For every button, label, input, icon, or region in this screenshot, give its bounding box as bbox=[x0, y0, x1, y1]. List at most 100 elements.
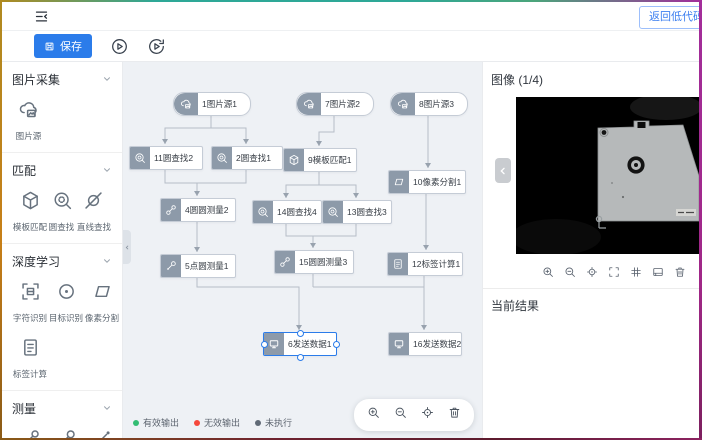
node-label: 1图片源1 bbox=[198, 93, 241, 115]
flow-node-n9[interactable]: 9模板匹配1 bbox=[283, 148, 357, 172]
sidebar-item-label: 目标识别 bbox=[49, 311, 83, 323]
menu-fold-icon[interactable] bbox=[34, 9, 49, 24]
sidebar-section-2: 深度学习字符识别目标识别像素分割标签计算 bbox=[2, 244, 122, 391]
flow-node-n13[interactable]: 13圆查找3 bbox=[322, 200, 392, 224]
ocr-icon bbox=[20, 281, 41, 307]
node-label: 7图片源2 bbox=[321, 93, 364, 115]
node-label: 14圆查找4 bbox=[273, 201, 321, 223]
sidebar-section-header[interactable]: 匹配 bbox=[12, 158, 112, 190]
node-label: 9模板匹配1 bbox=[304, 149, 355, 171]
sidebar-section-title: 测量 bbox=[12, 400, 36, 417]
status-legend: 有效输出无效输出未执行 bbox=[133, 416, 292, 429]
flow-node-n11[interactable]: 11圆查找2 bbox=[129, 146, 203, 170]
sidebar-collapse-handle[interactable] bbox=[123, 230, 131, 264]
zoom-in-icon[interactable] bbox=[542, 265, 554, 283]
save-icon bbox=[44, 41, 55, 52]
sidebar-item-label: 字符识别 bbox=[13, 311, 47, 323]
node-label: 12标签计算1 bbox=[408, 253, 462, 275]
sidebar-item-target[interactable]: 目标识别 bbox=[48, 281, 84, 324]
play-once-icon bbox=[147, 37, 166, 56]
node-connection-handle[interactable] bbox=[261, 341, 268, 348]
zoom-out-icon[interactable] bbox=[394, 406, 407, 424]
locate-icon[interactable] bbox=[421, 406, 434, 424]
flow-node-n14[interactable]: 14圆查找4 bbox=[252, 200, 322, 224]
app-window: 返回低代码 保存 图片采集图片源匹配模板匹配圆查找直线查找深度学习字符识别目标识… bbox=[0, 0, 702, 440]
trash-icon[interactable] bbox=[448, 406, 461, 424]
zoom-out-icon[interactable] bbox=[564, 265, 576, 283]
flow-node-n8[interactable]: 8图片源3 bbox=[390, 92, 468, 116]
chevron-down-icon bbox=[102, 255, 112, 269]
node-connection-handle[interactable] bbox=[333, 341, 340, 348]
flow-node-n1[interactable]: 1图片源1 bbox=[173, 92, 251, 116]
current-result-title: 当前结果 bbox=[491, 297, 539, 314]
flow-node-n12[interactable]: 12标签计算1 bbox=[387, 252, 463, 276]
chevron-left-icon bbox=[124, 244, 131, 251]
sidebar-item-cloud-image[interactable]: 图片源 bbox=[12, 99, 45, 142]
flow-node-n4[interactable]: 4圆圆测量2 bbox=[160, 198, 236, 222]
zoom-in-icon[interactable] bbox=[367, 406, 380, 424]
back-to-lowcode-button[interactable]: 返回低代码 bbox=[639, 6, 702, 29]
window-border-left bbox=[0, 0, 2, 440]
sidebar-item-circle-find[interactable]: 圆查找 bbox=[48, 190, 76, 233]
node-label: 15圆圆测量3 bbox=[295, 251, 351, 273]
node-label: 2圆查找1 bbox=[232, 147, 275, 169]
sidebar-section-header[interactable]: 测量 bbox=[12, 396, 112, 428]
measure-pc-icon bbox=[161, 255, 181, 277]
cloud-image-icon bbox=[174, 93, 198, 115]
panel-divider bbox=[483, 288, 700, 289]
run-button[interactable] bbox=[110, 37, 129, 56]
sidebar-item-measure-pp[interactable]: 点点测量 bbox=[84, 428, 120, 438]
flow-node-n7[interactable]: 7图片源2 bbox=[296, 92, 374, 116]
legend-label: 未执行 bbox=[265, 416, 292, 429]
sidebar-item-line-find[interactable]: 直线查找 bbox=[76, 190, 112, 233]
toolbar: 保存 bbox=[2, 31, 700, 62]
node-connection-handle[interactable] bbox=[297, 354, 304, 361]
flow-node-n5[interactable]: 5点圆测量1 bbox=[160, 254, 236, 278]
sidebar-item-cube[interactable]: 模板匹配 bbox=[12, 190, 48, 233]
prev-image-button[interactable] bbox=[495, 158, 511, 183]
flow-node-n15[interactable]: 15圆圆测量3 bbox=[274, 250, 354, 274]
trash-icon[interactable] bbox=[674, 265, 686, 283]
sidebar-section-title: 匹配 bbox=[12, 162, 36, 179]
sidebar-section-header[interactable]: 深度学习 bbox=[12, 249, 112, 281]
node-label: 16发送数据2 bbox=[409, 333, 461, 355]
sidebar-item-segment[interactable]: 像素分割 bbox=[84, 281, 120, 324]
node-connection-handle[interactable] bbox=[297, 330, 304, 337]
grid-icon[interactable] bbox=[630, 265, 642, 283]
legend-dot-icon bbox=[133, 420, 139, 426]
chevron-down-icon bbox=[102, 402, 112, 416]
sidebar-item-label: 标签计算 bbox=[13, 367, 47, 379]
sidebar-section-header[interactable]: 图片采集 bbox=[12, 67, 112, 99]
sidebar-item-doc-calc[interactable]: 标签计算 bbox=[12, 337, 48, 380]
circle-find-icon bbox=[212, 147, 232, 169]
play-icon bbox=[110, 37, 129, 56]
sidebar-item-ocr[interactable]: 字符识别 bbox=[12, 281, 48, 324]
inspection-image-viewer[interactable] bbox=[516, 97, 700, 254]
node-label: 8图片源3 bbox=[415, 93, 458, 115]
cube-icon bbox=[20, 190, 41, 216]
fullscreen-icon[interactable] bbox=[608, 265, 620, 283]
chevron-down-icon bbox=[102, 164, 112, 178]
locate-icon[interactable] bbox=[586, 265, 598, 283]
measure-pp-icon bbox=[92, 428, 113, 438]
inspection-image bbox=[516, 97, 700, 254]
sidebar-section-title: 图片采集 bbox=[12, 71, 60, 88]
sidebar-item-measure-cc[interactable]: 圆圆测量 bbox=[12, 428, 48, 438]
cloud-image-icon bbox=[391, 93, 415, 115]
save-button[interactable]: 保存 bbox=[34, 34, 92, 58]
flow-node-n16[interactable]: 16发送数据2 bbox=[388, 332, 462, 356]
run-once-button[interactable] bbox=[147, 37, 166, 56]
legend-label: 有效输出 bbox=[143, 416, 179, 429]
flow-node-n10[interactable]: 10像素分割1 bbox=[388, 170, 466, 194]
node-label: 10像素分割1 bbox=[409, 171, 465, 193]
frame-icon[interactable] bbox=[652, 265, 664, 283]
flow-node-n6[interactable]: 6发送数据1 bbox=[263, 332, 337, 356]
flow-canvas[interactable]: 1图片源1 7图片源2 8图片源3 11圆查找2 2圆查找1 9模板匹配1 10像素分割1 4… bbox=[123, 62, 482, 438]
legend-item: 有效输出 bbox=[133, 416, 179, 429]
send-icon bbox=[389, 333, 409, 355]
sidebar-item-measure-pc[interactable]: 点圆测量 bbox=[48, 428, 84, 438]
circle-find-icon bbox=[253, 201, 273, 223]
header-bar: 返回低代码 bbox=[2, 2, 700, 31]
cloud-image-icon bbox=[18, 99, 39, 125]
flow-node-n2[interactable]: 2圆查找1 bbox=[211, 146, 283, 170]
